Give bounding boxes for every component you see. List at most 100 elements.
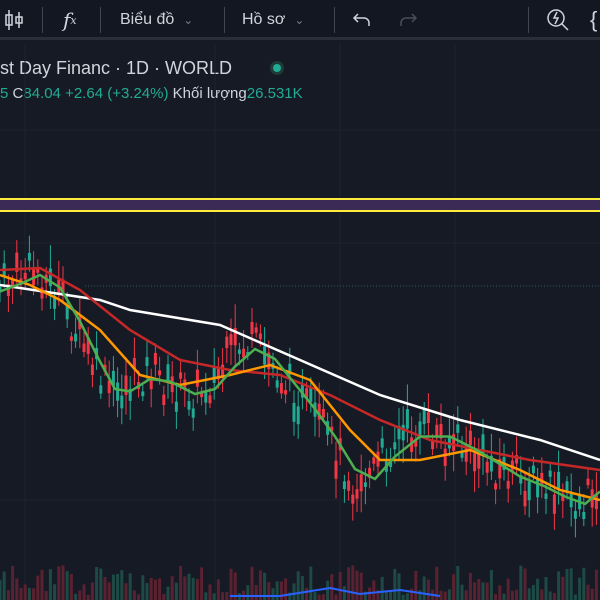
volume-bar: [183, 576, 187, 600]
volume-bar: [267, 582, 271, 600]
volume-bar: [78, 590, 82, 600]
redo-icon[interactable]: [398, 0, 418, 40]
volume-bar: [32, 588, 36, 600]
volume-bar: [460, 584, 464, 600]
profile-menu-button[interactable]: Hồ sơ ⌄: [242, 0, 304, 40]
candle-body: [141, 391, 145, 397]
volume-bar: [569, 568, 573, 600]
volume-bar: [204, 592, 208, 600]
divider: [42, 7, 43, 33]
volume-bar: [187, 573, 191, 600]
volume-bar: [116, 573, 120, 600]
volume-bar: [565, 569, 569, 600]
volume-bar: [0, 579, 2, 600]
volume-bar: [359, 572, 363, 600]
volume-bar: [111, 574, 115, 600]
volume-bar: [380, 576, 384, 600]
volume-bar: [170, 576, 174, 600]
volume-bar: [305, 587, 309, 600]
volume-bar: [594, 569, 598, 600]
volume-bar: [561, 576, 565, 600]
volume-bar: [582, 567, 586, 600]
quick-search-icon[interactable]: [545, 0, 571, 40]
candle-body: [372, 457, 376, 464]
candle-body: [153, 352, 157, 365]
candle-body: [347, 480, 351, 491]
price-chart[interactable]: [0, 43, 600, 600]
candle-body: [586, 478, 590, 486]
volume-bar: [65, 571, 69, 600]
volume-bar: [586, 584, 590, 600]
volume-bar: [254, 585, 258, 600]
volume-bar: [418, 590, 422, 600]
candle-body: [242, 348, 246, 358]
candle-body: [418, 421, 422, 437]
volume-bar: [36, 575, 40, 600]
volume-bar: [40, 569, 44, 600]
candle-body: [74, 333, 78, 342]
volume-bar: [95, 567, 99, 600]
volume-bar: [536, 578, 540, 600]
volume-bar: [527, 588, 531, 600]
volume-bar: [300, 576, 304, 600]
volume-bar: [531, 585, 535, 600]
candle-body: [116, 382, 120, 401]
divider: [224, 7, 225, 33]
volume-bar: [99, 568, 103, 600]
volume-bar: [326, 580, 330, 600]
volume-bar: [162, 594, 166, 600]
candle-body: [573, 511, 577, 519]
candle-body: [195, 369, 199, 387]
divider: [528, 7, 529, 33]
candle-body: [65, 305, 69, 320]
volume-bar: [573, 594, 577, 600]
volume-bar: [132, 590, 136, 600]
candle-body: [284, 390, 288, 395]
candle-body: [401, 424, 405, 441]
volume-bar: [414, 570, 418, 600]
chart-menu-button[interactable]: Biểu đồ ⌄: [120, 0, 193, 40]
volume-bar: [456, 565, 460, 600]
candle-body: [69, 336, 73, 341]
candle-body: [162, 394, 166, 406]
volume-bar: [191, 577, 195, 600]
fx-icon[interactable]: fx: [63, 0, 77, 40]
volume-bar: [523, 568, 527, 600]
candle-body: [473, 453, 477, 472]
candle-body: [120, 395, 124, 409]
candle-body: [393, 442, 397, 450]
volume-bar: [338, 571, 342, 600]
volume-bar: [334, 594, 338, 600]
volume-bar: [11, 565, 15, 600]
volume-bar: [166, 586, 170, 600]
settings-icon[interactable]: {: [590, 0, 597, 40]
volume-bar: [473, 582, 477, 600]
candles-icon[interactable]: [4, 0, 24, 40]
volume-bar: [502, 593, 506, 600]
volume-bar: [447, 589, 451, 600]
candle-body: [296, 406, 300, 425]
volume-bar: [216, 579, 220, 600]
candle-body: [506, 480, 510, 489]
candle-body: [355, 489, 359, 499]
candle-body: [321, 408, 325, 418]
volume-bar: [485, 582, 489, 600]
candle-body: [552, 494, 556, 514]
candle-body: [569, 494, 573, 508]
volume-bar: [44, 591, 48, 600]
candle-body: [166, 364, 170, 382]
volume-bar: [158, 578, 162, 600]
undo-icon[interactable]: [352, 0, 372, 40]
volume-bar: [506, 578, 510, 600]
volume-bar: [145, 583, 149, 600]
volume-bar: [540, 589, 544, 600]
volume-bar: [510, 590, 514, 600]
candle-body: [422, 409, 426, 425]
volume-bar: [548, 591, 552, 600]
volume-bar: [120, 570, 124, 600]
volume-bar: [200, 567, 204, 600]
candle-body: [208, 395, 212, 404]
volume-bar: [212, 593, 216, 600]
volume-bar: [23, 584, 27, 600]
candle-body: [359, 474, 363, 492]
